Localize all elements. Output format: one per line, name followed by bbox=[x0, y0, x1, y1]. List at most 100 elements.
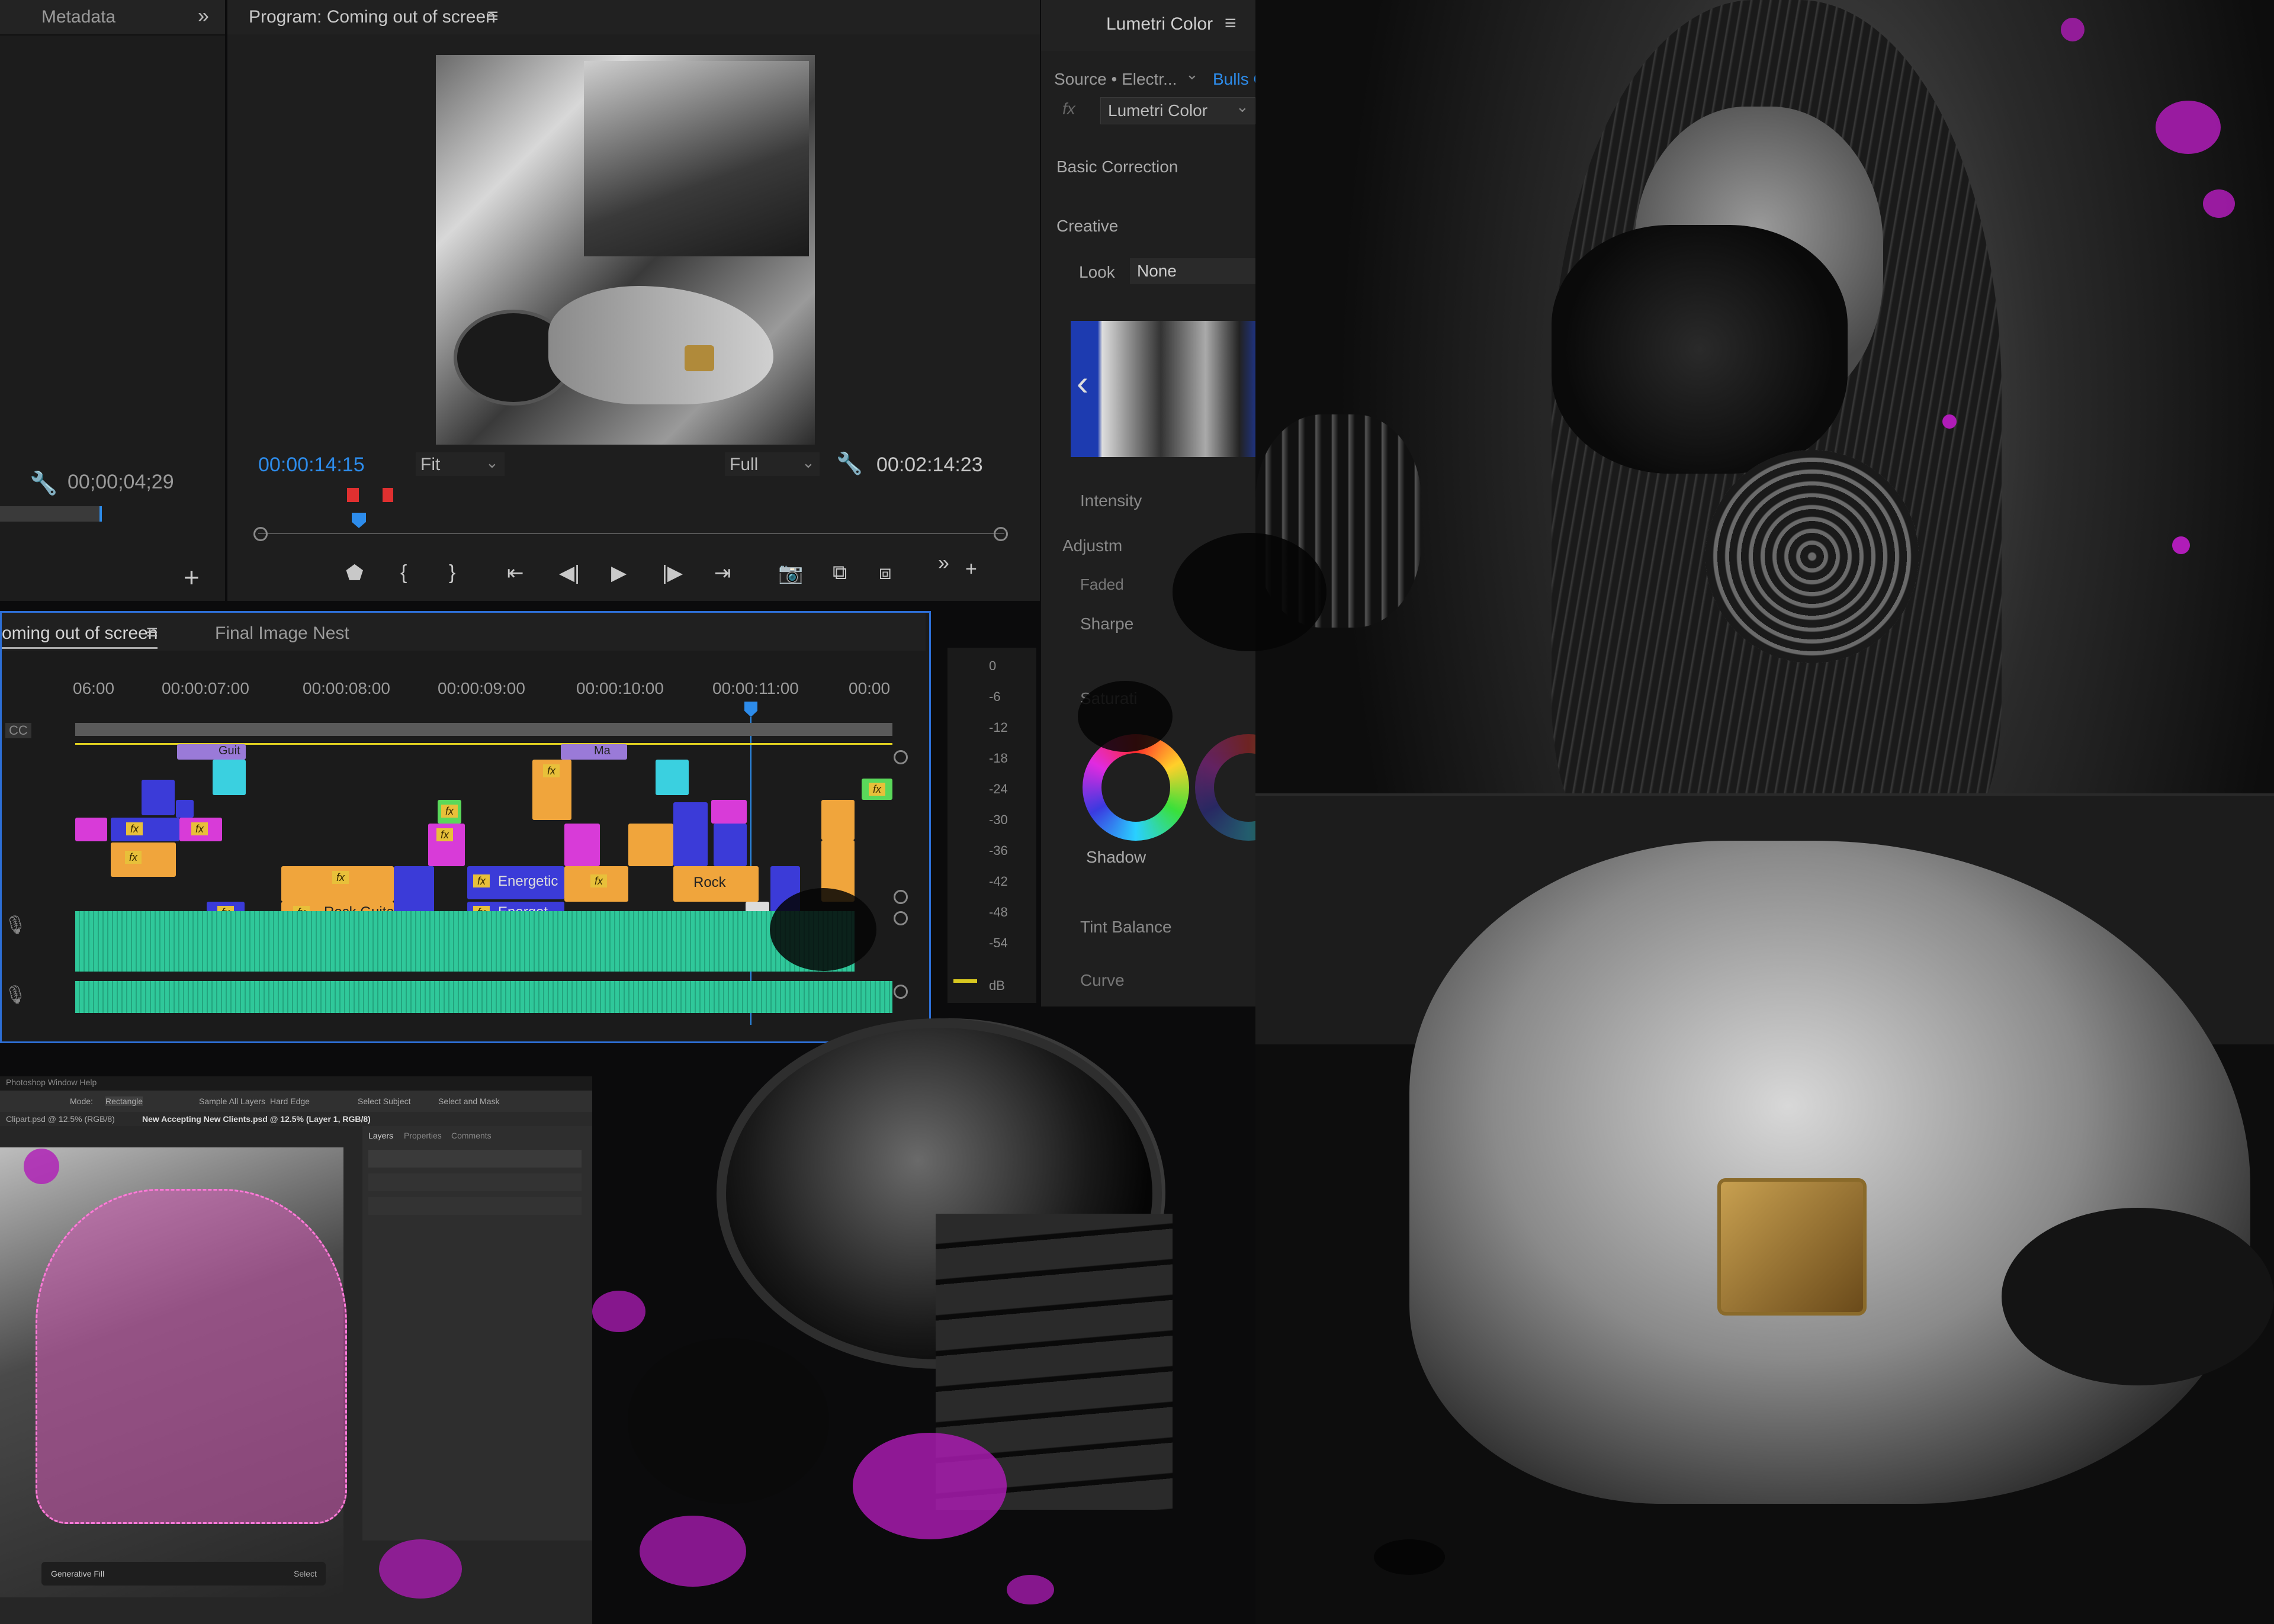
clip-energetic[interactable]: fx Energetic bbox=[467, 866, 564, 899]
select-button[interactable]: Select bbox=[294, 1569, 317, 1578]
scrubber-start-handle[interactable] bbox=[253, 527, 268, 541]
play-icon[interactable]: ▶ bbox=[611, 561, 627, 585]
track-height-handle[interactable] bbox=[894, 890, 908, 904]
metadata-scrub-bar[interactable] bbox=[0, 506, 102, 522]
track-height-handle[interactable] bbox=[894, 911, 908, 925]
panel-menu-icon[interactable]: ≡ bbox=[1225, 12, 1236, 35]
playhead-marker[interactable] bbox=[352, 513, 366, 528]
ps-option[interactable]: Select Subject bbox=[358, 1096, 411, 1106]
ps-option[interactable]: Hard Edge bbox=[270, 1096, 310, 1106]
quality-dropdown[interactable]: Full ⌄ bbox=[725, 452, 820, 476]
saturation-label: Saturati bbox=[1080, 689, 1138, 708]
ps-layer-row[interactable] bbox=[368, 1173, 582, 1191]
ps-selection-figure[interactable] bbox=[36, 1189, 347, 1524]
timeline-clip[interactable] bbox=[821, 800, 855, 840]
curves-section[interactable]: Curve bbox=[1080, 971, 1125, 990]
basic-correction-section[interactable]: Basic Correction bbox=[1056, 157, 1178, 176]
ps-doc-tab[interactable]: Clipart.psd @ 12.5% (RGB/8) bbox=[6, 1114, 115, 1124]
ps-canvas[interactable] bbox=[0, 1147, 347, 1597]
clip-rock[interactable]: Rock bbox=[673, 866, 759, 902]
photo-mouse bbox=[2002, 1208, 2274, 1385]
scrubber-end-handle[interactable] bbox=[994, 527, 1008, 541]
timeline-clip[interactable]: fx bbox=[111, 818, 179, 841]
timeline-clip[interactable] bbox=[213, 760, 246, 795]
effect-dropdown[interactable]: Lumetri Color ⌄ bbox=[1100, 97, 1255, 124]
add-button-icon[interactable]: + bbox=[965, 558, 977, 581]
source-selector[interactable]: Source • Electr... bbox=[1054, 70, 1177, 89]
mic-icon[interactable]: 🎙 bbox=[4, 985, 27, 1005]
export-frame-icon[interactable]: 📷 bbox=[778, 561, 803, 585]
timeline-clip[interactable] bbox=[711, 800, 747, 824]
step-forward-icon[interactable]: |▶ bbox=[662, 561, 683, 585]
look-prev-icon[interactable]: ‹ bbox=[1077, 362, 1088, 403]
settings-wrench-icon[interactable]: 🔧 bbox=[836, 451, 863, 476]
timeline-clip[interactable]: fx bbox=[532, 760, 571, 820]
clip-ma[interactable]: Ma bbox=[561, 744, 627, 760]
out-marker[interactable] bbox=[383, 488, 393, 502]
timeline-clip[interactable] bbox=[714, 824, 747, 866]
timeline-clip[interactable]: fx bbox=[179, 818, 222, 841]
ps-doc-tab-active[interactable]: New Accepting New Clients.psd @ 12.5% (L… bbox=[142, 1114, 371, 1124]
track-height-handle[interactable] bbox=[894, 750, 908, 764]
go-to-in-icon[interactable]: ⇤ bbox=[507, 561, 524, 585]
timeline-clip[interactable]: fx bbox=[111, 842, 176, 877]
lumetri-tab[interactable]: Lumetri Color bbox=[1106, 14, 1213, 34]
timeline-clip[interactable] bbox=[673, 802, 708, 866]
timeline-clip[interactable]: fx bbox=[428, 824, 465, 866]
meter-tick: -36 bbox=[989, 843, 1008, 858]
clip-guit[interactable]: Guit bbox=[177, 744, 246, 760]
settings-wrench-icon[interactable]: 🔧 bbox=[30, 471, 57, 497]
mark-out-icon[interactable]: } bbox=[449, 561, 455, 584]
overwrite-icon[interactable]: ⧈ bbox=[879, 561, 892, 584]
ps-option[interactable]: Select and Mask bbox=[438, 1096, 500, 1106]
chevron-down-icon: ⌄ bbox=[486, 454, 499, 471]
timeline-clip[interactable]: fx bbox=[281, 866, 394, 902]
timeline-clip[interactable] bbox=[821, 840, 855, 902]
program-current-timecode[interactable]: 00:00:14:15 bbox=[258, 454, 365, 477]
fit-dropdown[interactable]: Fit ⌄ bbox=[416, 452, 505, 476]
frame-ring-shape bbox=[685, 345, 714, 371]
program-scrubber[interactable] bbox=[253, 484, 1008, 544]
panel-overflow-icon[interactable]: » bbox=[938, 552, 949, 575]
in-marker[interactable] bbox=[347, 488, 359, 502]
adjustments-section[interactable]: Adjustm bbox=[1062, 536, 1122, 555]
audio-clip-1[interactable] bbox=[75, 911, 855, 972]
ps-layer-row[interactable] bbox=[368, 1150, 582, 1168]
timeline-clip[interactable] bbox=[142, 780, 175, 815]
frame-hand-shape bbox=[548, 286, 773, 404]
track-height-handle[interactable] bbox=[894, 985, 908, 999]
insert-icon[interactable]: ⧉ bbox=[833, 561, 847, 584]
ps-panel-tab[interactable]: Comments bbox=[451, 1131, 492, 1140]
timeline-clip[interactable] bbox=[628, 824, 673, 866]
timeline-clip[interactable] bbox=[176, 800, 194, 818]
add-marker-icon[interactable]: ⬟ bbox=[346, 561, 364, 585]
ps-option[interactable]: Sample All Layers bbox=[199, 1096, 265, 1106]
ps-menu[interactable]: Photoshop Window Help bbox=[6, 1078, 97, 1087]
metadata-tab[interactable]: Metadata bbox=[41, 7, 115, 27]
shadow-color-wheel[interactable] bbox=[1083, 734, 1189, 841]
timeline-clip[interactable] bbox=[564, 824, 600, 866]
add-button-icon[interactable]: + bbox=[184, 561, 200, 593]
go-to-out-icon[interactable]: ⇥ bbox=[714, 561, 731, 585]
timeline-clip[interactable]: fx bbox=[438, 800, 461, 824]
program-video-frame bbox=[436, 55, 815, 445]
program-title[interactable]: Program: Coming out of screen bbox=[249, 7, 496, 27]
panel-menu-icon[interactable]: ≡ bbox=[487, 5, 499, 28]
panel-overflow-icon[interactable]: » bbox=[198, 5, 209, 28]
mic-icon[interactable]: 🎙 bbox=[4, 915, 27, 935]
generative-fill-button[interactable]: Generative Fill bbox=[51, 1569, 104, 1578]
ps-panel-tab[interactable]: Properties bbox=[404, 1131, 442, 1140]
audio-clip-2[interactable] bbox=[75, 981, 892, 1013]
ps-option[interactable]: Rectangle bbox=[105, 1096, 143, 1106]
mark-in-icon[interactable]: { bbox=[400, 561, 407, 584]
photo-side-filter bbox=[1255, 414, 1421, 628]
meter-tick: -30 bbox=[989, 812, 1008, 827]
creative-section[interactable]: Creative bbox=[1056, 217, 1118, 236]
timeline-clip[interactable] bbox=[75, 818, 107, 841]
timeline-clip[interactable]: fx bbox=[564, 866, 628, 902]
ps-layer-row[interactable] bbox=[368, 1197, 582, 1215]
ps-panel-tab[interactable]: Layers bbox=[368, 1131, 393, 1140]
step-back-icon[interactable]: ◀| bbox=[559, 561, 580, 585]
timeline-clip[interactable]: fx bbox=[862, 779, 892, 800]
timeline-clip[interactable] bbox=[656, 760, 689, 795]
